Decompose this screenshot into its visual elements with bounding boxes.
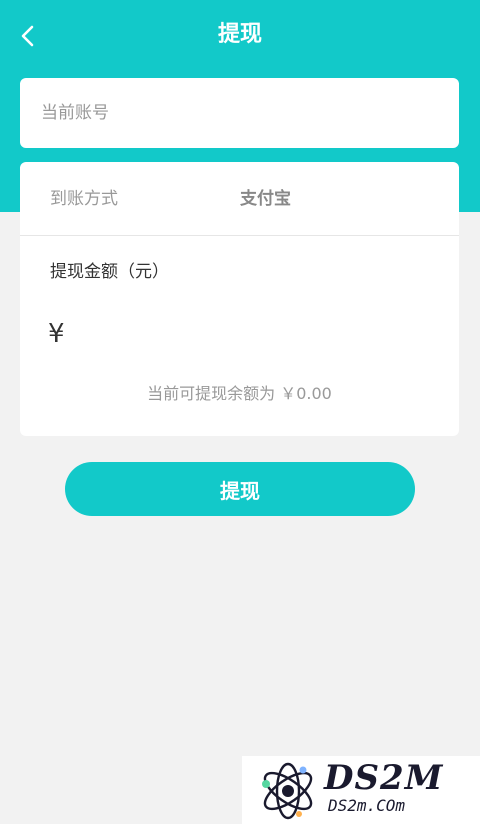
withdraw-card: 到账方式 支付宝 提现金额（元） ¥ 当前可提现余额为 ￥0.00 (20, 162, 459, 436)
amount-input[interactable] (82, 312, 436, 358)
withdraw-button[interactable]: 提现 (65, 462, 415, 516)
currency-symbol: ¥ (48, 319, 65, 349)
watermark-domain: DS2m.COm (328, 796, 406, 815)
page-title: 提现 (217, 22, 262, 47)
watermark: DS2M DS2m.COm (242, 756, 480, 824)
amount-label: 提现金额（元） (50, 262, 169, 282)
withdraw-method-label: 到账方式 (50, 189, 118, 209)
account-input[interactable] (20, 78, 459, 148)
watermark-brand: DS2M (324, 758, 444, 798)
available-balance-text: 当前可提现余额为 ￥0.00 (147, 384, 332, 403)
atom-logo-icon (262, 762, 313, 820)
header: 提现 (0, 0, 480, 70)
account-card (20, 78, 459, 148)
withdraw-method-row[interactable]: 到账方式 支付宝 (20, 162, 459, 236)
withdraw-method-value[interactable]: 支付宝 (240, 186, 291, 212)
